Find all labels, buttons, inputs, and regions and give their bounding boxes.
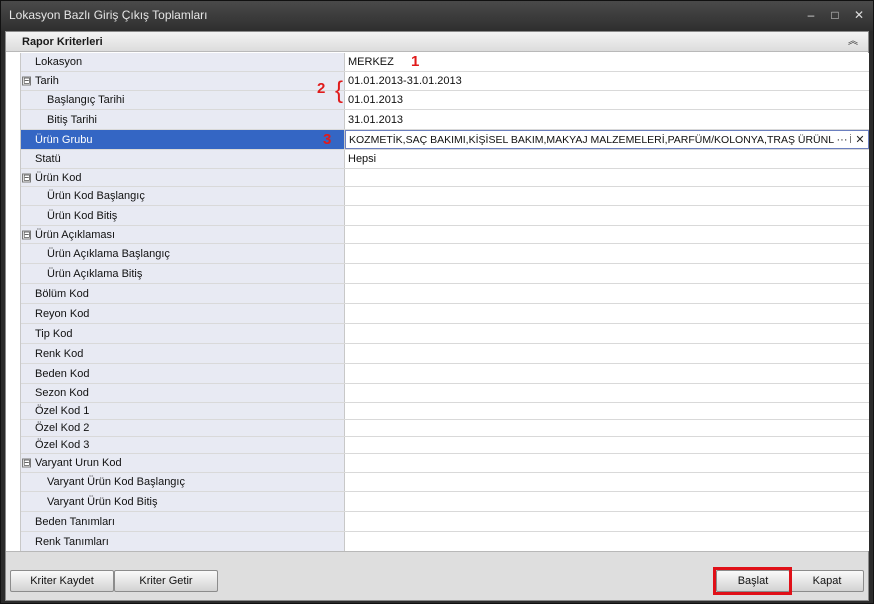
row-value[interactable]: Hepsi xyxy=(348,153,376,165)
annotation-3: 3 xyxy=(323,131,332,148)
row-label: Renk Kod xyxy=(35,347,84,360)
collapse-group-icon[interactable]: ⊟ xyxy=(22,230,31,239)
grid-row-ozel-kod-2[interactable]: Özel Kod 2 xyxy=(21,420,869,437)
row-label: Varyant Urun Kod xyxy=(35,457,122,469)
annotation-brace: { xyxy=(335,77,344,104)
grid-row-varyant-urun-kod-baslangic[interactable]: Varyant Ürün Kod Başlangıç xyxy=(21,473,869,492)
row-label: Özel Kod 1 xyxy=(35,405,90,417)
maximize-icon[interactable]: □ xyxy=(825,6,845,24)
annotation-1: 1 xyxy=(411,53,420,70)
row-value[interactable]: 31.01.2013 xyxy=(348,114,403,126)
property-grid: Lokasyon MERKEZ ⊟ Tarih 01.01.2013-31.01… xyxy=(20,53,869,551)
grid-row-reyon-kod[interactable]: Reyon Kod xyxy=(21,304,869,324)
close-button[interactable]: Kapat xyxy=(790,570,864,592)
grid-row-beden-tanimlari[interactable]: Beden Tanımları xyxy=(21,512,869,532)
grid-row-urun-aciklama-baslangic[interactable]: Ürün Açıklama Başlangıç xyxy=(21,244,869,264)
grid-row-urun-aciklamasi[interactable]: ⊟ Ürün Açıklaması xyxy=(21,226,869,244)
save-criteria-button[interactable]: Kriter Kaydet xyxy=(10,570,114,592)
collapse-icon[interactable]: ︽ xyxy=(846,35,860,49)
grid-row-ozel-kod-3[interactable]: Özel Kod 3 xyxy=(21,437,869,454)
row-label: Özel Kod 3 xyxy=(35,439,90,451)
grid-row-ozel-kod-1[interactable]: Özel Kod 1 xyxy=(21,403,869,420)
row-label: Reyon Kod xyxy=(35,307,90,320)
grid-row-varyant-urun-kod[interactable]: ⊟ Varyant Urun Kod xyxy=(21,454,869,473)
report-window: Lokasyon Bazlı Giriş Çıkış Toplamları – … xyxy=(0,0,874,604)
grid-row-bitis-tarihi[interactable]: Bitiş Tarihi 31.01.2013 xyxy=(21,110,869,130)
row-label: Bitiş Tarihi xyxy=(47,113,97,126)
row-label: Tip Kod xyxy=(35,327,73,340)
row-label: Beden Kod xyxy=(35,367,90,380)
row-label: Renk Tanımları xyxy=(35,535,109,548)
collapse-group-icon[interactable]: ⊟ xyxy=(22,76,31,86)
criteria-panel: Rapor Kriterleri ︽ Lokasyon MERKEZ ⊟ Tar… xyxy=(6,32,869,552)
minimize-icon[interactable]: – xyxy=(801,6,821,24)
grid-row-tarih[interactable]: ⊟ Tarih 01.01.2013-31.01.2013 xyxy=(21,72,869,91)
row-label: Beden Tanımları xyxy=(35,515,115,528)
collapse-group-icon[interactable]: ⊟ xyxy=(22,173,31,182)
product-group-input[interactable]: KOZMETİK,SAÇ BAKIMI,KİŞİSEL BAKIM,MAKYAJ… xyxy=(349,134,852,146)
row-label: Ürün Grubu xyxy=(35,133,93,146)
grid-row-urun-kod-bitis[interactable]: Ürün Kod Bitiş xyxy=(21,206,869,226)
window-title: Lokasyon Bazlı Giriş Çıkış Toplamları xyxy=(9,8,208,22)
row-value[interactable]: MERKEZ xyxy=(348,56,394,68)
grid-row-statu[interactable]: Statü Hepsi xyxy=(21,150,869,169)
panel-title: Rapor Kriterleri xyxy=(22,36,103,48)
grid-row-urun-kod-baslangic[interactable]: Ürün Kod Başlangıç xyxy=(21,187,869,206)
grid-row-renk-tanimlari[interactable]: Renk Tanımları xyxy=(21,532,869,551)
row-label: Ürün Açıklama Başlangıç xyxy=(47,247,170,260)
row-label: Sezon Kod xyxy=(35,387,89,399)
row-label: Ürün Kod Bitiş xyxy=(47,209,118,222)
grid-row-renk-kod[interactable]: Renk Kod xyxy=(21,344,869,364)
row-label: Ürün Açıklaması xyxy=(35,228,116,241)
row-label: Başlangıç Tarihi xyxy=(47,94,125,106)
panel-header: Rapor Kriterleri ︽ xyxy=(6,32,868,52)
row-label: Varyant Ürün Kod Başlangıç xyxy=(47,476,185,488)
grid-row-urun-grubu[interactable]: Ürün Grubu KOZMETİK,SAÇ BAKIMI,KİŞİSEL B… xyxy=(21,130,869,150)
row-label: Statü xyxy=(35,153,61,165)
grid-row-urun-aciklama-bitis[interactable]: Ürün Açıklama Bitiş xyxy=(21,264,869,284)
grid-row-varyant-urun-kod-bitis[interactable]: Varyant Ürün Kod Bitiş xyxy=(21,492,869,512)
row-label: Lokasyon xyxy=(35,56,83,68)
title-bar[interactable]: Lokasyon Bazlı Giriş Çıkış Toplamları – … xyxy=(1,1,873,31)
row-label: Ürün Açıklama Bitiş xyxy=(47,267,143,280)
grid-row-sezon-kod[interactable]: Sezon Kod xyxy=(21,384,869,403)
row-label: Ürün Kod Başlangıç xyxy=(47,190,145,202)
grid-row-beden-kod[interactable]: Beden Kod xyxy=(21,364,869,384)
row-label: Özel Kod 2 xyxy=(35,422,90,434)
close-icon[interactable]: ✕ xyxy=(849,6,869,24)
window-content: Rapor Kriterleri ︽ Lokasyon MERKEZ ⊟ Tar… xyxy=(5,31,869,601)
annotation-2: 2 xyxy=(317,80,326,97)
row-value[interactable]: 01.01.2013-31.01.2013 xyxy=(348,75,462,87)
row-label: Bölüm Kod xyxy=(35,287,89,300)
load-criteria-button[interactable]: Kriter Getir xyxy=(114,570,218,592)
start-button-highlight xyxy=(713,567,792,595)
grid-row-baslangic-tarihi[interactable]: Başlangıç Tarihi 01.01.2013 xyxy=(21,91,869,110)
grid-row-tip-kod[interactable]: Tip Kod xyxy=(21,324,869,344)
grid-row-bolum-kod[interactable]: Bölüm Kod xyxy=(21,284,869,304)
row-label: Tarih xyxy=(35,75,59,87)
collapse-group-icon[interactable]: ⊟ xyxy=(22,458,31,468)
ellipsis-icon[interactable]: ··· xyxy=(834,133,850,147)
grid-row-urun-kod[interactable]: ⊟ Ürün Kod xyxy=(21,169,869,187)
row-label: Varyant Ürün Kod Bitiş xyxy=(47,495,158,508)
grid-row-lokasyon[interactable]: Lokasyon MERKEZ xyxy=(21,53,869,72)
row-label: Ürün Kod xyxy=(35,171,82,184)
clear-icon[interactable]: ✕ xyxy=(852,133,868,147)
row-value[interactable]: 01.01.2013 xyxy=(348,94,403,106)
